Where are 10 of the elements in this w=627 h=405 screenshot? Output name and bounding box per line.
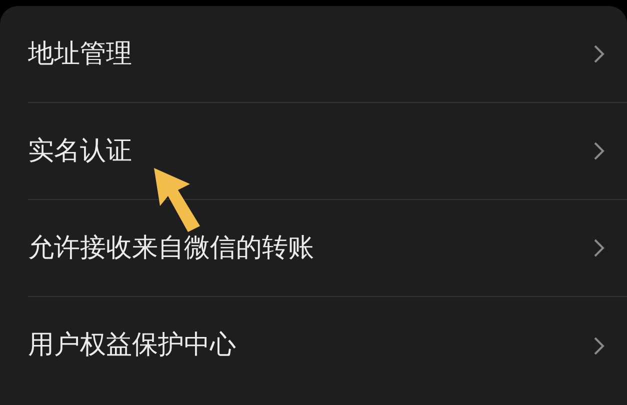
menu-item-label: 用户权益保护中心 — [28, 329, 236, 362]
menu-item[interactable]: 地址管理 — [28, 6, 627, 103]
menu-item-label: 实名认证 — [28, 134, 132, 168]
menu-item[interactable]: 用户权益保护中心 — [28, 297, 627, 394]
menu-item-label: 允许接收来自微信的转账 — [28, 232, 314, 264]
chevron-right-icon — [593, 238, 605, 258]
chevron-right-icon — [593, 336, 605, 356]
chevron-right-icon — [593, 44, 605, 64]
menu-item-label: 地址管理 — [28, 38, 132, 70]
chevron-right-icon — [593, 141, 605, 161]
